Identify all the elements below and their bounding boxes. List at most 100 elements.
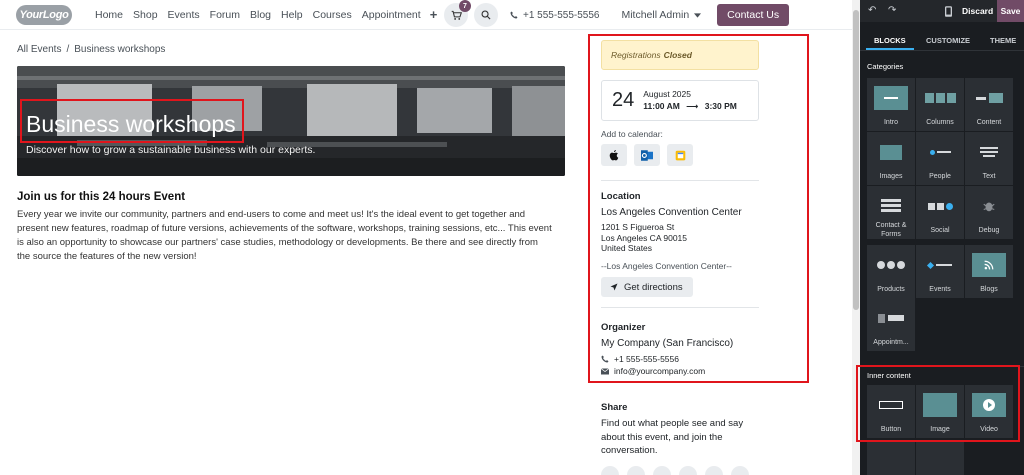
- content-block-icon: [972, 86, 1006, 110]
- cart-button[interactable]: 7: [444, 0, 471, 27]
- block-label: Contact & Forms: [875, 222, 907, 238]
- cart-icon: [451, 10, 462, 20]
- address-line-1: 1201 S Figueroa St: [601, 222, 675, 232]
- tab-theme[interactable]: THEME: [990, 36, 1016, 45]
- block-label: Button: [880, 426, 902, 433]
- intro-block-icon: [874, 86, 908, 110]
- intro-paragraph[interactable]: Every year we invite our community, part…: [17, 208, 552, 264]
- google-calendar-button[interactable]: [667, 144, 693, 166]
- cart-count-badge: 7: [459, 0, 471, 12]
- event-subtitle[interactable]: Discover how to grow a sustainable busin…: [26, 144, 315, 156]
- mobile-preview-icon[interactable]: [945, 6, 952, 17]
- header-phone[interactable]: +1 555-555-5556: [510, 10, 599, 21]
- inner-block-video[interactable]: Video: [965, 385, 1013, 438]
- block-text[interactable]: Text: [965, 132, 1013, 185]
- text-block-icon: [972, 140, 1006, 164]
- editor-toolbar: ↶ ↷ Discard Save: [860, 0, 1024, 22]
- share-facebook-icon[interactable]: [601, 466, 619, 475]
- registration-status-banner: Registrations Closed: [601, 40, 759, 70]
- event-title[interactable]: Business workshops: [26, 111, 236, 138]
- save-button[interactable]: Save: [997, 0, 1024, 22]
- menu-item-courses[interactable]: Courses: [308, 9, 357, 21]
- menu-item-blog[interactable]: Blog: [245, 9, 276, 21]
- add-menu-item-icon[interactable]: +: [426, 7, 442, 22]
- organizer-phone[interactable]: +1 555-555-5556: [601, 354, 679, 364]
- get-directions-button[interactable]: Get directions: [601, 277, 693, 297]
- breadcrumb-current: Business workshops: [74, 44, 166, 55]
- inner-block-more-1[interactable]: [867, 442, 915, 475]
- block-events[interactable]: Events: [916, 245, 964, 298]
- video-play-icon: [972, 393, 1006, 417]
- social-block-icon: [923, 194, 957, 218]
- contact-us-button[interactable]: Contact Us: [717, 4, 790, 26]
- breadcrumb-all-events[interactable]: All Events: [17, 44, 61, 55]
- tab-blocks[interactable]: BLOCKS: [874, 36, 906, 45]
- block-blogs[interactable]: Blogs: [965, 245, 1013, 298]
- navbar-actions: 7 +1 555-555-5556 Mitchell Admin Contact…: [444, 0, 790, 27]
- outlook-icon: [641, 149, 653, 161]
- event-date-card: 24 August 2025 11:00 AM ⟶ 3:30 PM: [601, 80, 759, 121]
- categories-label: Categories: [867, 62, 904, 71]
- share-email-icon[interactable]: [731, 466, 749, 475]
- block-label: Video: [980, 426, 998, 433]
- event-cover[interactable]: Business workshops Discover how to grow …: [17, 66, 565, 176]
- button-block-icon: [874, 393, 908, 417]
- phone-icon: [510, 11, 518, 19]
- block-social[interactable]: Social: [916, 186, 964, 239]
- discard-button[interactable]: Discard: [962, 6, 993, 16]
- block-label: Intro: [883, 119, 898, 126]
- block-label: Images: [879, 173, 903, 180]
- share-heading: Share: [601, 402, 628, 413]
- block-contact-forms[interactable]: Contact & Forms: [867, 186, 915, 239]
- images-block-icon: [874, 140, 908, 164]
- inner-block-image[interactable]: Image: [916, 385, 964, 438]
- menu-item-shop[interactable]: Shop: [128, 9, 163, 21]
- scrollbar-thumb[interactable]: [853, 10, 859, 310]
- share-twitter-icon[interactable]: [627, 466, 645, 475]
- products-block-icon: [874, 253, 908, 277]
- event-time-range: 11:00 AM ⟶ 3:30 PM: [643, 101, 737, 112]
- navigation-arrow-icon: [610, 283, 618, 291]
- intro-heading[interactable]: Join us for this 24 hours Event: [17, 191, 185, 203]
- block-appointment[interactable]: Appointm...: [867, 298, 915, 351]
- location-name: Los Angeles Convention Center: [601, 207, 742, 218]
- menu-item-appointment[interactable]: Appointment: [357, 9, 426, 21]
- block-content[interactable]: Content: [965, 78, 1013, 131]
- apple-icon: [609, 149, 619, 160]
- divider: [601, 180, 759, 181]
- top-navbar: YourLogo Home Shop Events Forum Blog Hel…: [0, 0, 852, 30]
- inner-block-more-2[interactable]: [916, 442, 964, 475]
- tab-customize[interactable]: CUSTOMIZE: [926, 36, 970, 45]
- organizer-email[interactable]: info@yourcompany.com: [601, 366, 705, 376]
- divider: [601, 307, 759, 308]
- block-label: Appointm...: [873, 339, 909, 346]
- outlook-calendar-button[interactable]: [634, 144, 660, 166]
- menu-item-forum[interactable]: Forum: [205, 9, 245, 21]
- inner-block-button[interactable]: Button: [867, 385, 915, 438]
- menu-item-home[interactable]: Home: [90, 9, 128, 21]
- inner-content-label: Inner content: [867, 371, 911, 380]
- breadcrumb-separator: /: [66, 44, 70, 55]
- caret-down-icon: [694, 12, 702, 18]
- redo-icon[interactable]: ↷: [888, 5, 896, 16]
- menu-item-help[interactable]: Help: [276, 9, 308, 21]
- block-people[interactable]: People: [916, 132, 964, 185]
- undo-icon[interactable]: ↶: [868, 5, 876, 16]
- block-products[interactable]: Products: [867, 245, 915, 298]
- share-linkedin-icon[interactable]: [653, 466, 671, 475]
- site-logo[interactable]: YourLogo: [16, 4, 72, 25]
- calendar-buttons: [601, 144, 693, 166]
- block-intro[interactable]: Intro: [867, 78, 915, 131]
- search-button[interactable]: [474, 3, 498, 27]
- user-menu[interactable]: Mitchell Admin: [621, 9, 702, 21]
- block-columns[interactable]: Columns: [916, 78, 964, 131]
- apple-calendar-button[interactable]: [601, 144, 627, 166]
- menu-item-events[interactable]: Events: [163, 9, 205, 21]
- organizer-phone-number: +1 555-555-5556: [614, 354, 679, 364]
- block-debug[interactable]: Debug: [965, 186, 1013, 239]
- share-whatsapp-icon[interactable]: [679, 466, 697, 475]
- share-pinterest-icon[interactable]: [705, 466, 723, 475]
- block-images[interactable]: Images: [867, 132, 915, 185]
- page-scrollbar[interactable]: [852, 0, 860, 475]
- header-phone-number: +1 555-555-5556: [523, 9, 600, 21]
